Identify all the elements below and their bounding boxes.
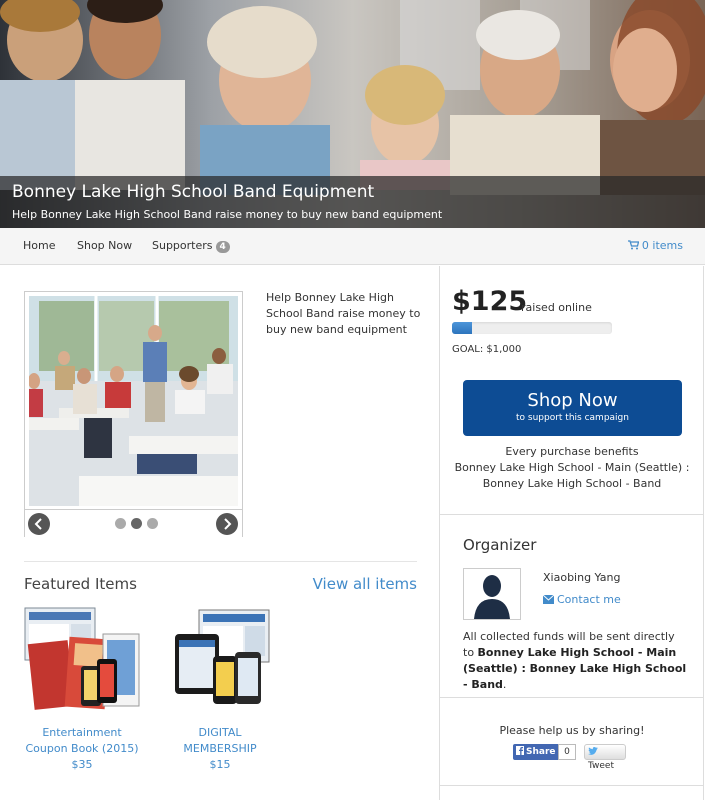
campaign-subtitle: Help Bonney Lake High School Band raise …	[12, 208, 443, 221]
funds-notice: All collected funds will be sent directl…	[463, 629, 688, 693]
nav-supporters[interactable]: Supporters 4	[152, 239, 230, 253]
facebook-share-label: Share	[526, 747, 556, 757]
benefits-line-3: Bonney Lake High School - Band	[482, 477, 662, 490]
campaign-nav: Home Shop Now Supporters 4 0 items	[0, 228, 705, 265]
cart-count-label: 0 items	[641, 239, 683, 252]
right-edge-border	[703, 266, 704, 800]
facebook-share-count: 0	[558, 744, 576, 760]
slider-next-button[interactable]	[216, 513, 238, 535]
nav-supporters-label: Supporters	[152, 239, 213, 252]
nav-shop-now[interactable]: Shop Now	[77, 239, 132, 252]
organizer-heading: Organizer	[463, 536, 537, 554]
featured-item-name[interactable]: DIGITAL MEMBERSHIP	[161, 725, 279, 757]
featured-item-2[interactable]: DIGITAL MEMBERSHIP $15	[161, 604, 279, 773]
cart-link[interactable]: 0 items	[627, 239, 683, 252]
chevron-left-icon	[34, 518, 42, 530]
organizer-avatar	[463, 568, 521, 620]
featured-item-name[interactable]: Entertainment Coupon Book (2015)	[23, 725, 141, 757]
right-divider-1	[440, 514, 704, 515]
slider-controls	[25, 509, 242, 537]
nav-home[interactable]: Home	[23, 239, 55, 252]
tweet-button[interactable]: Tweet	[584, 744, 626, 771]
section-divider	[24, 561, 417, 562]
funds-recipient: Bonney Lake High School - Main (Seattle)…	[463, 646, 687, 691]
chevron-right-icon	[224, 518, 232, 530]
view-all-items-link[interactable]: View all items	[313, 575, 417, 593]
coupon-book-image	[24, 607, 140, 710]
facebook-f-icon	[516, 746, 524, 755]
share-prompt: Please help us by sharing!	[499, 724, 645, 737]
featured-item-1[interactable]: Entertainment Coupon Book (2015) $35	[23, 604, 141, 773]
digital-membership-image	[175, 609, 270, 704]
purchase-benefits: Every purchase benefits Bonney Lake High…	[452, 444, 692, 492]
goal-label: GOAL: $1,000	[452, 344, 522, 355]
cart-icon	[627, 240, 640, 250]
twitter-bird-icon	[588, 747, 598, 755]
image-slider	[24, 291, 243, 537]
organizer-name: Xiaobing Yang	[543, 571, 621, 584]
progress-fill	[452, 322, 472, 334]
raised-label: raised online	[521, 301, 592, 314]
campaign-title: Bonney Lake High School Band Equipment	[12, 182, 375, 202]
fundraising-progress-bar	[452, 322, 612, 334]
hero-banner: Bonney Lake High School Band Equipment H…	[0, 0, 705, 228]
funds-period: .	[502, 678, 507, 691]
envelope-icon	[542, 594, 555, 604]
right-divider-3	[440, 785, 704, 786]
featured-item-price: $35	[71, 758, 93, 771]
facebook-share-button[interactable]: Share	[513, 744, 561, 760]
slider-prev-button[interactable]	[28, 513, 50, 535]
campaign-description: Help Bonney Lake High School Band raise …	[266, 291, 421, 336]
benefits-line-2: Bonney Lake High School - Main (Seattle)…	[454, 461, 690, 474]
slider-dot-3[interactable]	[147, 518, 158, 529]
featured-items-heading: Featured Items	[24, 575, 137, 593]
slider-dot-1[interactable]	[115, 518, 126, 529]
right-divider-2	[440, 697, 704, 698]
featured-item-price: $15	[209, 758, 231, 771]
shop-now-label: Shop Now	[527, 390, 618, 411]
benefits-line-1: Every purchase benefits	[505, 445, 639, 458]
supporters-count-badge: 4	[215, 241, 230, 253]
contact-label: Contact me	[557, 593, 621, 606]
slider-dot-2[interactable]	[131, 518, 142, 529]
right-column-border	[439, 266, 440, 800]
raised-amount: $125	[452, 286, 528, 317]
classroom-photo	[29, 296, 238, 506]
person-silhouette-icon	[474, 575, 510, 619]
shop-now-button[interactable]: Shop Now to support this campaign	[463, 380, 682, 436]
tweet-label: Tweet	[588, 761, 614, 771]
contact-organizer-link[interactable]: Contact me	[542, 593, 621, 606]
shop-now-sublabel: to support this campaign	[516, 413, 629, 423]
